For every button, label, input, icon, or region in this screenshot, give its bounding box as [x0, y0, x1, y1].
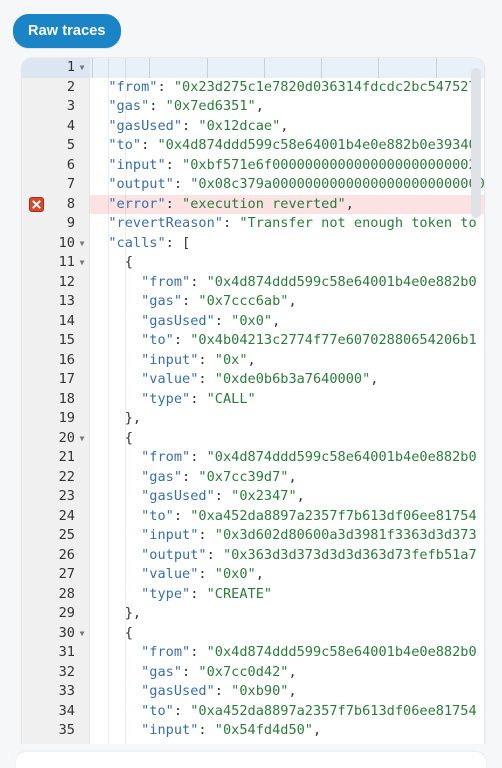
vertical-scrollbar[interactable] — [471, 62, 481, 754]
gutter-line-17[interactable]: 17 — [22, 370, 89, 390]
gutter-line-30[interactable]: 30 ▼ — [22, 624, 89, 644]
gutter-line-5[interactable]: 5 — [22, 136, 89, 156]
gutter-line-20[interactable]: 20 ▼ — [22, 429, 89, 449]
code-line-33[interactable]: "gasUsed": "0xb90", — [90, 682, 484, 702]
gutter-line-27[interactable]: 27 — [22, 565, 89, 585]
gutter-line-32[interactable]: 32 — [22, 663, 89, 683]
code-line-2[interactable]: "from": "0x23d275c1e7820d036314fdcdc2bc5… — [90, 78, 484, 98]
code-line-20[interactable]: { — [90, 429, 484, 449]
gutter-line-9[interactable]: 9 — [22, 214, 89, 234]
gutter-line-13[interactable]: 13 — [22, 292, 89, 312]
vertical-scrollbar-thumb[interactable] — [471, 68, 481, 218]
gutter-line-2[interactable]: 2 — [22, 78, 89, 98]
code-line-35[interactable]: "input": "0x54fd4d50", — [90, 721, 484, 741]
gutter-line-26[interactable]: 26 — [22, 546, 89, 566]
code-line-28[interactable]: "type": "CREATE" — [90, 585, 484, 605]
fold-toggle-icon[interactable]: ▼ — [76, 234, 88, 254]
code-line-18[interactable]: "type": "CALL" — [90, 390, 484, 410]
code-line-6[interactable]: "input": "0xbf571e6f00000000000000000000… — [90, 156, 484, 176]
code-line-17[interactable]: "value": "0xde0b6b3a7640000", — [90, 370, 484, 390]
code-line-15[interactable]: "to": "0x4b04213c2774f77e60702880654206b… — [90, 331, 484, 351]
code-line-25[interactable]: "input": "0x3d602d80600a3d3981f3363d3d37… — [90, 526, 484, 546]
fold-toggle-icon[interactable]: ▼ — [76, 253, 88, 273]
code-line-1[interactable]: { — [90, 58, 484, 78]
code-line-12[interactable]: "from": "0x4d874ddd599c58e64001b4e0e882b… — [90, 273, 484, 293]
code-line-19[interactable]: }, — [90, 409, 484, 429]
editor-inner: 1 ▼ 2 3 4 5 6 7 8 9 10 ▼ 11 ▼ 12 13 14 15 16 17 18 19 20 ▼ 21 22 2… — [22, 58, 484, 758]
gutter-line-21[interactable]: 21 — [22, 448, 89, 468]
code-line-14[interactable]: "gasUsed": "0x0", — [90, 312, 484, 332]
gutter-line-6[interactable]: 6 — [22, 156, 89, 176]
fold-toggle-icon[interactable]: ▼ — [76, 58, 88, 78]
indent-guide-column — [124, 58, 126, 758]
code-line-24[interactable]: "to": "0xa452da8897a2357f7b613df06ee8175… — [90, 507, 484, 527]
code-line-31[interactable]: "from": "0x4d874ddd599c58e64001b4e0e882b… — [90, 643, 484, 663]
fold-toggle-icon[interactable]: ▼ — [76, 624, 88, 644]
gutter-line-12[interactable]: 12 — [22, 273, 89, 293]
code-line-13[interactable]: "gas": "0x7ccc6ab", — [90, 292, 484, 312]
editor-gutter[interactable]: 1 ▼ 2 3 4 5 6 7 8 9 10 ▼ 11 ▼ 12 13 14 15 16 17 18 19 20 ▼ 21 22 2… — [22, 58, 90, 758]
code-line-9[interactable]: "revertReason": "Transfer not enough tok… — [90, 214, 484, 234]
gutter-line-33[interactable]: 33 — [22, 682, 89, 702]
gutter-line-22[interactable]: 22 — [22, 468, 89, 488]
toolbar: Raw traces — [0, 0, 502, 56]
code-lines: { "from": "0x23d275c1e7820d036314fdcdc2b… — [90, 58, 484, 758]
gutter-line-34[interactable]: 34 — [22, 702, 89, 722]
code-line-10[interactable]: "calls": [ — [90, 234, 484, 254]
code-line-11[interactable]: { — [90, 253, 484, 273]
code-line-3[interactable]: "gas": "0x7ed6351", — [90, 97, 484, 117]
gutter-line-1[interactable]: 1 ▼ — [22, 58, 89, 78]
gutter-line-35[interactable]: 35 — [22, 721, 89, 741]
gutter-line-19[interactable]: 19 — [22, 409, 89, 429]
json-trace-editor[interactable]: 1 ▼ 2 3 4 5 6 7 8 9 10 ▼ 11 ▼ 12 13 14 15 16 17 18 19 20 ▼ 21 22 2… — [22, 58, 484, 758]
gutter-line-29[interactable]: 29 — [22, 604, 89, 624]
gutter-line-10[interactable]: 10 ▼ — [22, 234, 89, 254]
gutter-line-14[interactable]: 14 — [22, 312, 89, 332]
below-card — [16, 752, 486, 768]
code-line-16[interactable]: "input": "0x", — [90, 351, 484, 371]
fold-toggle-icon[interactable]: ▼ — [76, 429, 88, 449]
error-cross-icon[interactable] — [29, 197, 44, 212]
editor-code-area[interactable]: { "from": "0x23d275c1e7820d036314fdcdc2b… — [90, 58, 484, 758]
gutter-line-25[interactable]: 25 — [22, 526, 89, 546]
code-line-5[interactable]: "to": "0x4d874ddd599c58e64001b4e0e882b0e… — [90, 136, 484, 156]
gutter-line-24[interactable]: 24 — [22, 507, 89, 527]
code-line-21[interactable]: "from": "0x4d874ddd599c58e64001b4e0e882b… — [90, 448, 484, 468]
code-line-26[interactable]: "output": "0x363d3d373d3d3d363d73fefb51a… — [90, 546, 484, 566]
gutter-line-4[interactable]: 4 — [22, 117, 89, 137]
code-line-29[interactable]: }, — [90, 604, 484, 624]
gutter-line-7[interactable]: 7 — [22, 175, 89, 195]
code-line-8[interactable]: "error": "execution reverted", — [90, 194, 484, 214]
gutter-line-23[interactable]: 23 — [22, 487, 89, 507]
code-line-34[interactable]: "to": "0xa452da8897a2357f7b613df06ee8175… — [90, 702, 484, 722]
code-line-30[interactable]: { — [90, 624, 484, 644]
gutter-line-15[interactable]: 15 — [22, 331, 89, 351]
code-line-7[interactable]: "output": "0x08c379a00000000000000000000… — [90, 175, 484, 195]
code-line-22[interactable]: "gas": "0x7cc39d7", — [90, 468, 484, 488]
code-line-4[interactable]: "gasUsed": "0x12dcae", — [90, 117, 484, 137]
code-line-32[interactable]: "gas": "0x7cc0d42", — [90, 663, 484, 683]
gutter-line-11[interactable]: 11 ▼ — [22, 253, 89, 273]
gutter-line-31[interactable]: 31 — [22, 643, 89, 663]
indent-guide-column — [108, 58, 110, 758]
gutter-line-16[interactable]: 16 — [22, 351, 89, 371]
code-line-27[interactable]: "value": "0x0", — [90, 565, 484, 585]
gutter-line-8[interactable]: 8 — [22, 194, 89, 214]
raw-traces-button[interactable]: Raw traces — [13, 14, 121, 48]
gutter-line-3[interactable]: 3 — [22, 97, 89, 117]
gutter-line-28[interactable]: 28 — [22, 585, 89, 605]
gutter-line-numbers: 1 ▼ 2 3 4 5 6 7 8 9 10 ▼ 11 ▼ 12 13 14 15 16 17 18 19 20 ▼ 21 22 2… — [22, 58, 89, 758]
app-root: Raw traces 1 ▼ 2 3 4 5 6 7 8 9 10 ▼ 11 ▼ 12 13 14 15 16 17 1… — [0, 0, 502, 768]
gutter-line-18[interactable]: 18 — [22, 390, 89, 410]
code-line-23[interactable]: "gasUsed": "0x2347", — [90, 487, 484, 507]
